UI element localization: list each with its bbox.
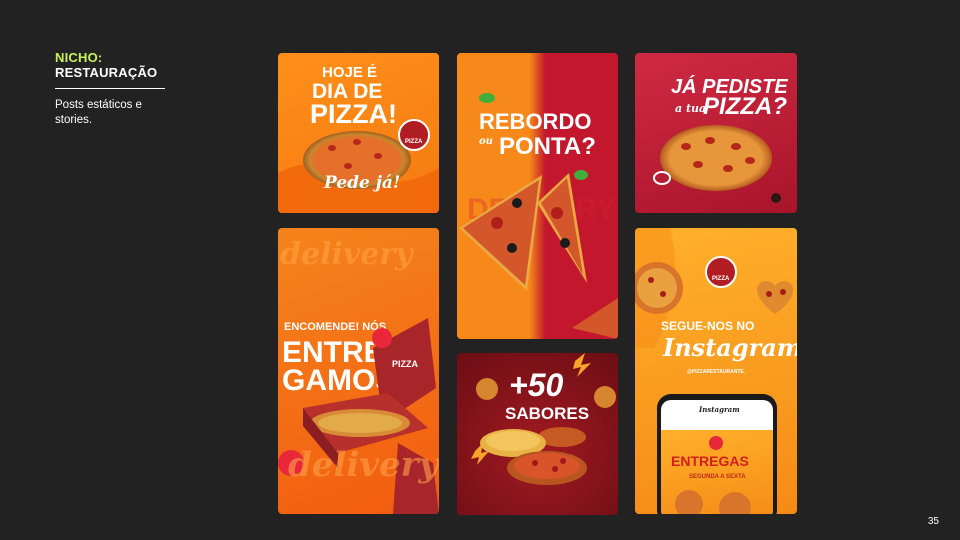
post-line1: SEGUE-NOS NO <box>661 319 755 333</box>
phone-mockup: Instagram ENTREGAS SEGUNDA A SEXTA <box>657 394 777 514</box>
sidebar: NICHO: RESTAURAÇÃO Posts estáticos e sto… <box>55 50 170 128</box>
pizza-image <box>660 125 772 191</box>
post-hoje-dia-de-pizza: HOJE É DIA DE PIZZA! PIZZA Pede já! <box>278 53 439 213</box>
niche-label: NICHO: <box>55 50 103 65</box>
post-line3: PIZZA! <box>310 99 397 129</box>
box-label: PIZZA <box>392 359 418 369</box>
whatsapp-icon <box>709 436 723 450</box>
pizzeria-logo: PIZZA <box>398 119 430 151</box>
niche-description: Posts estáticos e stories. <box>55 99 142 126</box>
divider <box>55 88 165 89</box>
post-tagline: Pede já! <box>324 173 401 193</box>
instagram-handle: @PIZZARESTAURANTE_ <box>687 369 747 375</box>
pizza-slices-image <box>459 93 618 339</box>
pizza-thumbnail <box>675 490 703 514</box>
heart-icon <box>372 328 392 348</box>
post-line2: PIZZA? <box>703 93 787 120</box>
phone-post-title: ENTREGAS <box>671 453 749 469</box>
pizzeria-logo: PIZZA <box>705 256 737 288</box>
page-number: 35 <box>927 516 939 527</box>
post-encomende-entregamos: delivery ENCOMENDE! NÓS ENTRE GAMOS PIZZ… <box>278 228 439 514</box>
pizza-thumbnail <box>719 492 751 514</box>
phone-post: ENTREGAS SEGUNDA A SEXTA <box>661 430 773 514</box>
background-word-bottom: delivery <box>288 445 439 485</box>
post-ja-pediste-pizza: JÁ PEDISTE a tua PIZZA? <box>635 53 797 213</box>
pizzas-image <box>471 353 616 485</box>
phone-app-name: Instagram <box>699 405 740 414</box>
phone-screen: Instagram ENTREGAS SEGUNDA A SEXTA <box>661 400 773 514</box>
olive <box>771 193 781 203</box>
post-line2: Instagram <box>663 333 797 362</box>
post-rebordo-ou-ponta: DELIVERY REBORDO ou PONTA? <box>457 53 618 339</box>
niche-title: RESTAURAÇÃO <box>55 65 158 80</box>
phone-post-subtitle: SEGUNDA A SEXTA <box>689 474 746 480</box>
post-line1: HOJE É <box>322 64 378 81</box>
post-connector: a tua <box>675 102 707 115</box>
post-50-sabores: +50 SABORES <box>457 353 618 515</box>
onion-ring <box>653 171 671 185</box>
post-segue-nos-instagram: PIZZA SEGUE-NOS NO Instagram @PIZZARESTA… <box>635 228 797 514</box>
